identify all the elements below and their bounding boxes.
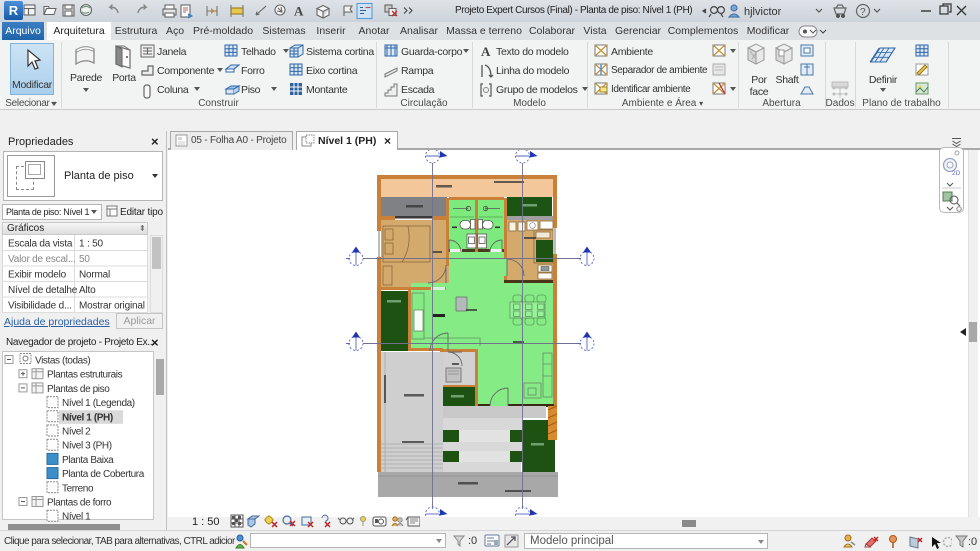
svg-text:Nível 1 (Legenda): Nível 1 (Legenda) — [62, 398, 135, 409]
svg-text:Normal: Normal — [79, 270, 110, 281]
svg-text:50: 50 — [79, 254, 90, 265]
svg-text:Nível 2: Nível 2 — [62, 427, 91, 438]
svg-text:1 : 50: 1 : 50 — [79, 239, 103, 250]
svg-text:Nível 1: Nível 1 — [62, 512, 91, 523]
svg-text:Nível 3 (PH): Nível 3 (PH) — [62, 441, 112, 452]
svg-text:Nível 1 (PH): Nível 1 (PH) — [62, 412, 113, 423]
svg-text:Planta Baixa: Planta Baixa — [62, 455, 114, 466]
svg-text:Exibir modelo: Exibir modelo — [8, 270, 67, 281]
svg-text:Escala da vista: Escala da vista — [8, 239, 73, 250]
svg-text:A: A — [294, 4, 304, 19]
svg-text:Plantas de piso: Plantas de piso — [47, 384, 110, 395]
svg-text:2D: 2D — [952, 170, 961, 177]
svg-text:Nível de detalhe: Nível de detalhe — [8, 285, 78, 296]
svg-text:A: A — [481, 44, 491, 59]
svg-text:?: ? — [860, 7, 866, 18]
svg-text:Mostrar original: Mostrar original — [79, 301, 145, 312]
svg-text:Visibilidade d...: Visibilidade d... — [8, 301, 72, 312]
svg-text:Plantas de forro: Plantas de forro — [47, 498, 112, 509]
svg-text:Alto: Alto — [79, 285, 96, 296]
svg-text:Valor de escal...: Valor de escal... — [8, 254, 76, 265]
svg-text:Planta de Cobertura: Planta de Cobertura — [62, 469, 145, 480]
svg-text:hjlvictor: hjlvictor — [744, 6, 782, 18]
svg-text:Vistas (todas): Vistas (todas) — [35, 356, 90, 367]
svg-text:Plantas estruturais: Plantas estruturais — [47, 370, 123, 381]
svg-text:Terreno: Terreno — [62, 483, 94, 494]
